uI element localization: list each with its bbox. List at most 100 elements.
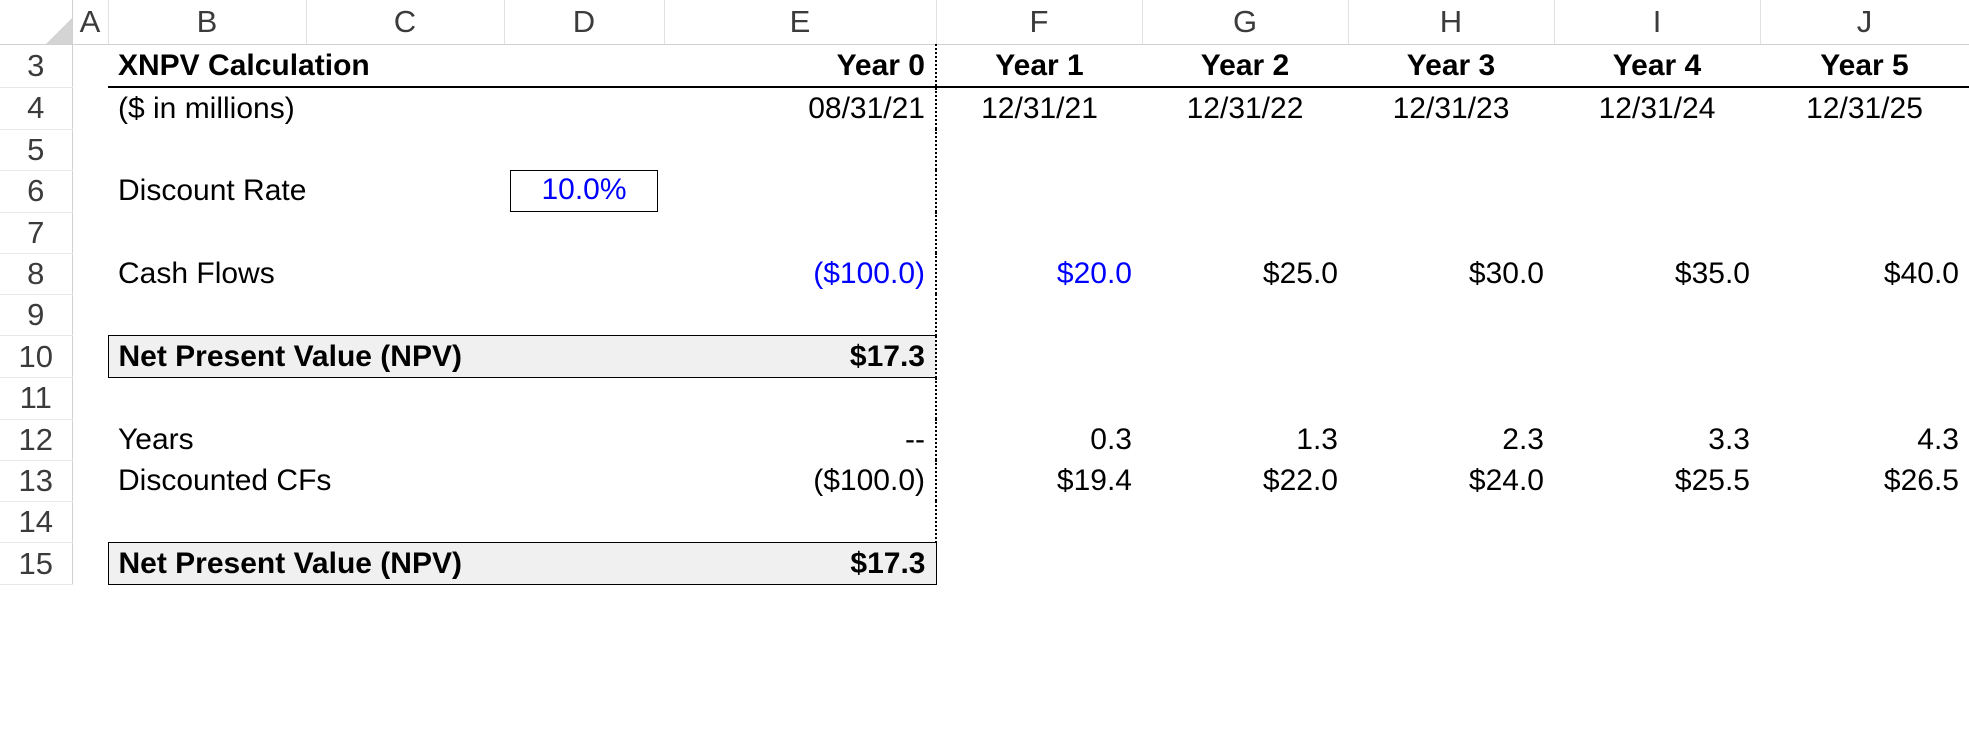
cell-d15[interactable] — [504, 543, 664, 585]
cell-h11[interactable] — [1348, 378, 1554, 420]
cell-b14[interactable] — [108, 501, 306, 543]
cell-i14[interactable] — [1554, 501, 1760, 543]
row-header-11[interactable]: 11 — [0, 378, 72, 420]
cell-c6[interactable] — [306, 170, 504, 212]
cell-c9[interactable] — [306, 294, 504, 336]
cell-e13-discounted-cf[interactable]: ($100.0) — [664, 460, 936, 501]
cell-b4-units[interactable]: ($ in millions) — [108, 87, 504, 129]
row-header-5[interactable]: 5 — [0, 129, 72, 170]
cell-f7[interactable] — [936, 212, 1142, 253]
cell-d11[interactable] — [504, 378, 664, 420]
row-header-13[interactable]: 13 — [0, 460, 72, 501]
cell-j4-date[interactable]: 12/31/25 — [1760, 87, 1969, 129]
cell-a14[interactable] — [72, 501, 108, 543]
cell-i11[interactable] — [1554, 378, 1760, 420]
cell-g4-date[interactable]: 12/31/22 — [1142, 87, 1348, 129]
cell-b3-title[interactable]: XNPV Calculation — [108, 45, 504, 88]
cell-j6[interactable] — [1760, 170, 1969, 212]
cell-b10-npv-label[interactable]: Net Present Value (NPV) — [108, 336, 306, 378]
cell-j13-discounted-cf[interactable]: $26.5 — [1760, 460, 1969, 501]
row-header-14[interactable]: 14 — [0, 501, 72, 543]
row-header-6[interactable]: 6 — [0, 170, 72, 212]
cell-b12-years-label[interactable]: Years — [108, 419, 306, 460]
cell-c13[interactable] — [306, 460, 504, 501]
cell-a12[interactable] — [72, 419, 108, 460]
cell-i12-years[interactable]: 3.3 — [1554, 419, 1760, 460]
cell-f4-date[interactable]: 12/31/21 — [936, 87, 1142, 129]
cell-h6[interactable] — [1348, 170, 1554, 212]
cell-d5[interactable] — [504, 129, 664, 170]
column-header-c[interactable]: C — [306, 0, 504, 45]
cell-g8-cash-flow[interactable]: $25.0 — [1142, 253, 1348, 294]
cell-b15-npv-label[interactable]: Net Present Value (NPV) — [108, 543, 306, 585]
row-header-3[interactable]: 3 — [0, 45, 72, 88]
cell-d4[interactable] — [504, 87, 664, 129]
cell-e7[interactable] — [664, 212, 936, 253]
cell-h15[interactable] — [1348, 543, 1554, 585]
cell-d12[interactable] — [504, 419, 664, 460]
cell-e8-cash-flow[interactable]: ($100.0) — [664, 253, 936, 294]
cell-j12-years[interactable]: 4.3 — [1760, 419, 1969, 460]
cell-h3-year3[interactable]: Year 3 — [1348, 45, 1554, 88]
cell-f15[interactable] — [936, 543, 1142, 585]
cell-e15-npv-value[interactable]: $17.3 — [664, 543, 936, 585]
cell-d7[interactable] — [504, 212, 664, 253]
cell-h4-date[interactable]: 12/31/23 — [1348, 87, 1554, 129]
cell-a5[interactable] — [72, 129, 108, 170]
cell-g11[interactable] — [1142, 378, 1348, 420]
cell-f6[interactable] — [936, 170, 1142, 212]
cell-f12-years[interactable]: 0.3 — [936, 419, 1142, 460]
cell-i7[interactable] — [1554, 212, 1760, 253]
cell-b6-discount-rate-label[interactable]: Discount Rate — [108, 170, 306, 212]
row-header-10[interactable]: 10 — [0, 336, 72, 378]
cell-d14[interactable] — [504, 501, 664, 543]
cell-h13-discounted-cf[interactable]: $24.0 — [1348, 460, 1554, 501]
row-header-7[interactable]: 7 — [0, 212, 72, 253]
cell-d6-discount-rate-input[interactable]: 10.0% — [504, 170, 664, 212]
cell-i9[interactable] — [1554, 294, 1760, 336]
column-header-b[interactable]: B — [108, 0, 306, 45]
cell-g5[interactable] — [1142, 129, 1348, 170]
column-header-e[interactable]: E — [664, 0, 936, 45]
cell-i6[interactable] — [1554, 170, 1760, 212]
cell-b7[interactable] — [108, 212, 306, 253]
cell-h9[interactable] — [1348, 294, 1554, 336]
cell-j3-year5[interactable]: Year 5 — [1760, 45, 1969, 88]
cell-g3-year2[interactable]: Year 2 — [1142, 45, 1348, 88]
cell-j7[interactable] — [1760, 212, 1969, 253]
cell-h7[interactable] — [1348, 212, 1554, 253]
cell-e6[interactable] — [664, 170, 936, 212]
cell-h12-years[interactable]: 2.3 — [1348, 419, 1554, 460]
cell-d8[interactable] — [504, 253, 664, 294]
cell-h10[interactable] — [1348, 336, 1554, 378]
cell-g7[interactable] — [1142, 212, 1348, 253]
cell-c11[interactable] — [306, 378, 504, 420]
cell-i3-year4[interactable]: Year 4 — [1554, 45, 1760, 88]
cell-a7[interactable] — [72, 212, 108, 253]
cell-i10[interactable] — [1554, 336, 1760, 378]
cell-c14[interactable] — [306, 501, 504, 543]
column-header-i[interactable]: I — [1554, 0, 1760, 45]
cell-e5[interactable] — [664, 129, 936, 170]
cell-i4-date[interactable]: 12/31/24 — [1554, 87, 1760, 129]
cell-e10-npv-value[interactable]: $17.3 — [664, 336, 936, 378]
cell-a3[interactable] — [72, 45, 108, 88]
cell-b9[interactable] — [108, 294, 306, 336]
column-header-j[interactable]: J — [1760, 0, 1969, 45]
column-header-f[interactable]: F — [936, 0, 1142, 45]
cell-j5[interactable] — [1760, 129, 1969, 170]
cell-h5[interactable] — [1348, 129, 1554, 170]
cell-g14[interactable] — [1142, 501, 1348, 543]
cell-g15[interactable] — [1142, 543, 1348, 585]
cell-e14[interactable] — [664, 501, 936, 543]
cell-a6[interactable] — [72, 170, 108, 212]
cell-e11[interactable] — [664, 378, 936, 420]
cell-e3-year0[interactable]: Year 0 — [664, 45, 936, 88]
cell-g13-discounted-cf[interactable]: $22.0 — [1142, 460, 1348, 501]
cell-b8-cash-flows-label[interactable]: Cash Flows — [108, 253, 306, 294]
cell-i5[interactable] — [1554, 129, 1760, 170]
cell-f13-discounted-cf[interactable]: $19.4 — [936, 460, 1142, 501]
cell-j14[interactable] — [1760, 501, 1969, 543]
cell-e4-date[interactable]: 08/31/21 — [664, 87, 936, 129]
cell-a4[interactable] — [72, 87, 108, 129]
